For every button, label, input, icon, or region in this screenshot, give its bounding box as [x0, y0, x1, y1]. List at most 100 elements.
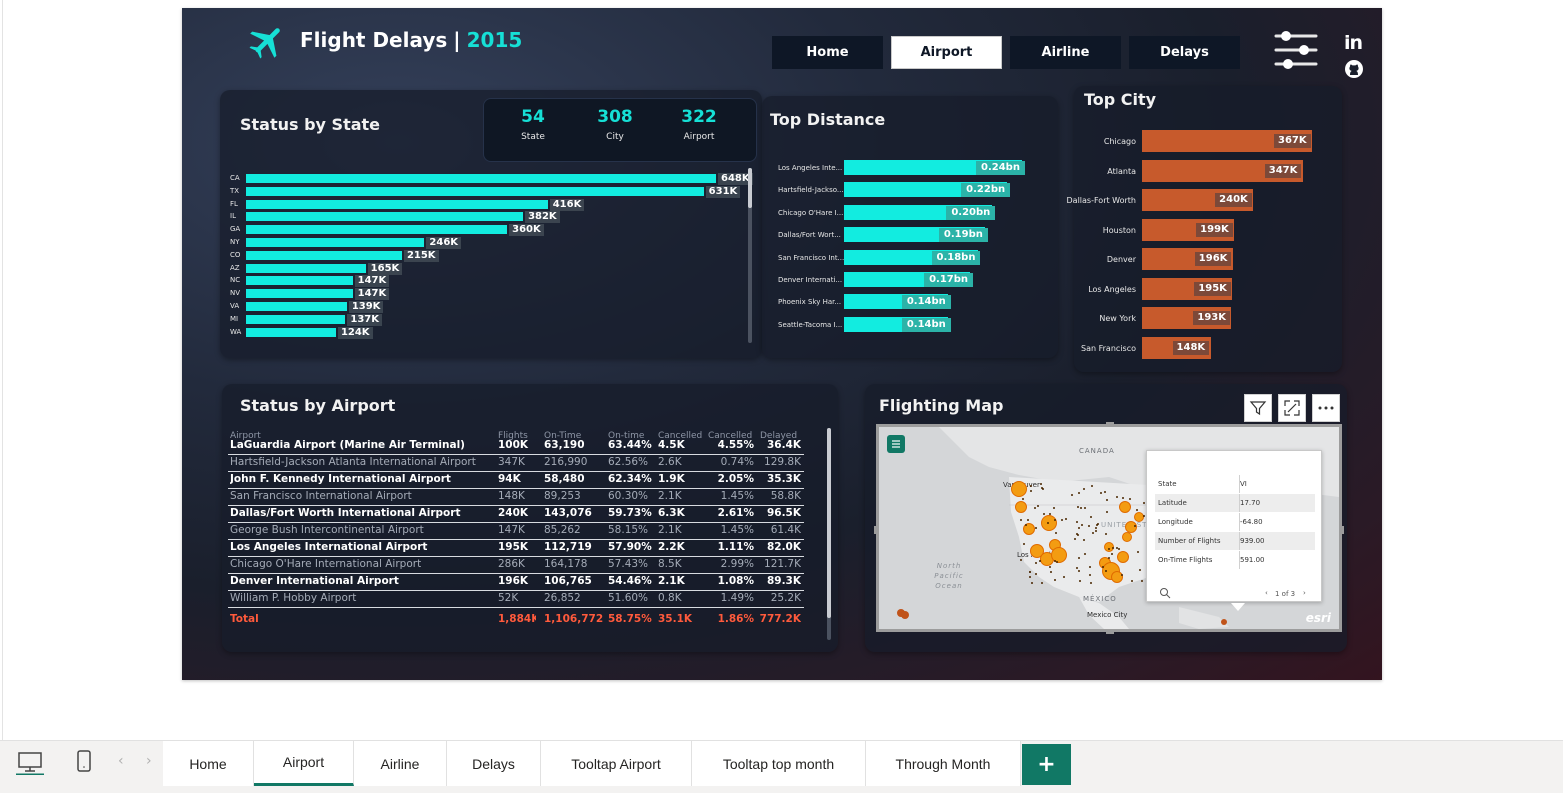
zoom-icon[interactable] [1159, 587, 1171, 599]
tabs-scroll-left-icon[interactable]: ‹ [118, 753, 124, 769]
map-bubble[interactable] [1041, 515, 1057, 531]
more-options-icon[interactable] [1312, 394, 1340, 422]
cell-delayed: 82.0K [766, 541, 801, 553]
map-resize-handle-top[interactable] [1106, 422, 1114, 426]
cell-delayed: 61.4K [770, 524, 801, 536]
map-bubble[interactable] [1111, 571, 1123, 583]
state-chart-scroll-thumb[interactable] [748, 168, 752, 208]
tooltip-row: State VI [1155, 475, 1315, 493]
table-row[interactable]: Dallas/Fort Worth International Airport 2… [228, 506, 804, 523]
focus-mode-icon[interactable] [1278, 394, 1306, 422]
city-axis-label: Los Angeles [1088, 284, 1136, 294]
cell-on-time-pct: 57.90% [608, 541, 652, 553]
tooltip-prev-icon[interactable]: ‹ [1265, 589, 1268, 597]
state-bar[interactable] [246, 186, 704, 196]
table-row[interactable]: San Francisco International Airport 148K 8… [228, 489, 804, 506]
tooltip-key: Latitude [1158, 499, 1187, 507]
state-bar[interactable] [246, 276, 353, 286]
state-bar[interactable] [246, 314, 346, 324]
table-row[interactable]: Chicago O'Hare International Airport 286K… [228, 557, 804, 574]
map-layers-icon[interactable] [887, 435, 905, 453]
state-bar[interactable] [246, 225, 508, 235]
state-bar[interactable] [246, 238, 425, 247]
state-bar-data-label: 631K [705, 185, 741, 198]
state-bar[interactable] [246, 212, 524, 222]
cell-airport: Hartsfield-Jackson Atlanta International… [230, 456, 476, 468]
tooltip-value: 939.00 [1240, 537, 1265, 545]
page-tab[interactable]: Home [163, 741, 254, 786]
tooltip-pager: 1 of 3 [1275, 590, 1296, 598]
nav-airport-button[interactable]: Airport [891, 36, 1002, 69]
map-dot [1107, 547, 1110, 550]
state-bar-data-label: 165K [367, 262, 403, 275]
table-row[interactable]: Denver International Airport 196K 106,765 5… [228, 574, 804, 591]
github-icon[interactable] [1344, 59, 1364, 79]
map-resize-handle-left[interactable] [874, 526, 878, 534]
cell-airport: LaGuardia Airport (Marine Air Terminal) [230, 439, 465, 451]
add-page-button[interactable]: + [1022, 744, 1071, 785]
esri-logo: esri [1305, 611, 1331, 625]
map-bubble[interactable] [1119, 501, 1131, 513]
table-total-row[interactable]: Total 1,884K 1,106,772 58.75% 35.1K 1.86% 777.… [228, 612, 804, 629]
state-bar[interactable] [246, 263, 366, 273]
table-scroll-thumb[interactable] [827, 428, 831, 618]
page-tab[interactable]: Airport [254, 741, 354, 786]
state-axis-label: NV [230, 289, 241, 298]
table-row[interactable]: Los Angeles International Airport 195K 112… [228, 540, 804, 557]
cell-delayed: 58.8K [770, 490, 801, 502]
cell-on-time: 26,852 [544, 592, 581, 604]
page-tab[interactable]: Tooltap top month [692, 741, 866, 786]
map-dot [1053, 578, 1056, 581]
map-bubble[interactable] [1015, 501, 1027, 513]
page-tab[interactable]: Delays [447, 741, 541, 786]
map-resize-handle-right[interactable] [1340, 526, 1344, 534]
page-tab[interactable]: Airline [354, 741, 447, 786]
distance-bar-data-label: 0.18bn [931, 250, 981, 265]
map-tooltip: State VI Latitude 17.70 Longitude -64.80 Numbe… [1146, 450, 1322, 611]
cell-flights: 100K [498, 439, 529, 451]
page-tab[interactable]: Through Month [866, 741, 1021, 786]
tabs-scroll-right-icon[interactable]: › [146, 753, 152, 769]
nav-home-button[interactable]: Home [772, 36, 883, 69]
state-bar-data-label: 246K [426, 237, 462, 249]
map-dot [1061, 518, 1064, 521]
map-dot [1077, 492, 1080, 495]
table-row[interactable]: LaGuardia Airport (Marine Air Terminal) 1… [228, 438, 804, 455]
table-row[interactable]: John F. Kennedy International Airport 94K… [228, 472, 804, 489]
map-dot [1053, 518, 1056, 521]
state-bar[interactable] [246, 327, 336, 337]
status-by-airport-title: Status by Airport [240, 396, 396, 415]
state-bar[interactable] [246, 289, 353, 299]
report-page: Flight Delays | 2015 Home Airport Airline … [182, 8, 1382, 680]
table-row[interactable]: Hartsfield-Jackson Atlanta International… [228, 455, 804, 472]
page-tab[interactable]: Tooltap Airport [541, 741, 692, 786]
cell-on-time-pct: 54.46% [608, 575, 652, 587]
nav-delays-button[interactable]: Delays [1129, 36, 1240, 69]
state-bar[interactable] [246, 199, 548, 209]
tooltip-next-icon[interactable]: › [1303, 589, 1306, 597]
state-bar[interactable] [246, 174, 716, 183]
cell-cancelled: 1.9K [658, 473, 685, 485]
linkedin-icon[interactable]: in [1344, 32, 1363, 54]
desktop-layout-icon[interactable] [16, 749, 44, 775]
nav-airline-button[interactable]: Airline [1010, 36, 1121, 69]
table-row[interactable]: George Bush Intercontinental Airport 147K… [228, 523, 804, 540]
kpi-city-label: City [606, 132, 624, 142]
cell-airport: Dallas/Fort Worth International Airport [230, 507, 461, 519]
table-row[interactable]: William P. Hobby Airport 52K 26,852 51.60% 0… [228, 591, 804, 608]
map-bubble[interactable] [1117, 551, 1129, 563]
map-visual[interactable]: CANADA Vancouver Los Angeles UNITED STAT… [876, 424, 1342, 632]
map-bubble[interactable] [901, 611, 909, 619]
map-bubble[interactable] [1221, 619, 1227, 625]
filter-sliders-icon[interactable] [1274, 30, 1318, 72]
distance-axis-label: Hartsfield-Jackso... [778, 186, 844, 195]
mobile-layout-icon[interactable] [76, 749, 92, 775]
map-bubble[interactable] [1134, 512, 1144, 522]
filter-icon[interactable] [1244, 394, 1272, 422]
map-bubble[interactable] [1122, 532, 1132, 542]
state-bar[interactable] [246, 250, 402, 260]
map-resize-handle-bottom[interactable] [1106, 630, 1114, 634]
map-bubble[interactable] [1011, 481, 1027, 497]
distance-axis-label: Seattle-Tacoma I... [778, 320, 843, 329]
state-bar[interactable] [246, 302, 347, 311]
